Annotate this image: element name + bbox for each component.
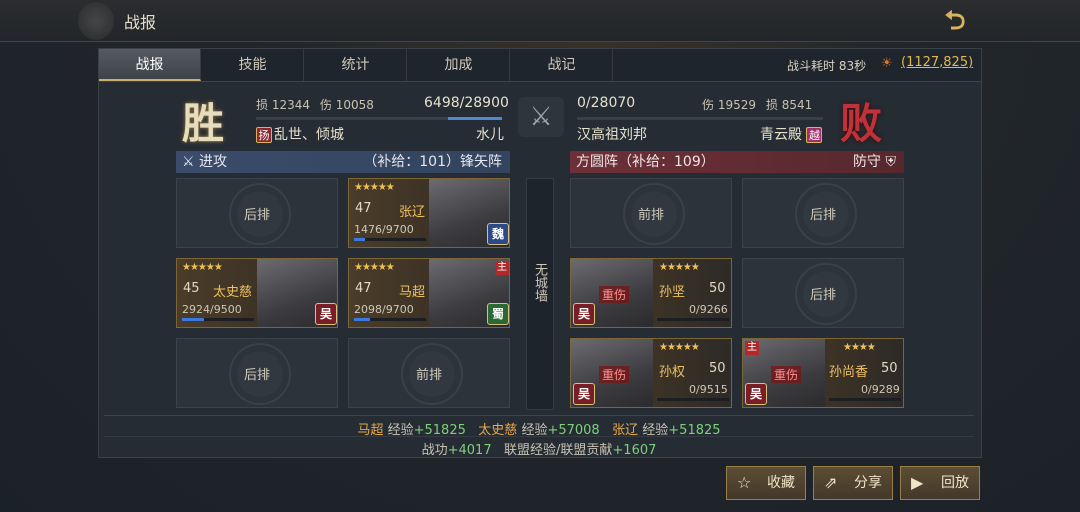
defender-stats: 伤 19529 损 8541 xyxy=(702,98,813,112)
empty-slot: 后排 xyxy=(176,178,338,248)
hero-card-sunquan[interactable]: 重伤 ★★★★★ 孙权 50 0/9515 吴 xyxy=(570,338,732,408)
hero-card-machao[interactable]: 主 ★★★★★ 47 马超 2098/9700 蜀 xyxy=(348,258,510,328)
defender-city: 青云殿 越 xyxy=(760,124,824,144)
replay-button[interactable]: ▶ 回放 xyxy=(900,466,980,500)
faction-badge: 吴 xyxy=(573,383,595,405)
share-icon: ⇗ xyxy=(824,473,838,492)
defeat-label: 败 xyxy=(840,99,883,148)
attacker-stats: 损 12344 伤 10058 xyxy=(256,98,374,112)
battle-coordinates[interactable]: (1127,825) xyxy=(901,55,973,70)
share-button[interactable]: ⇗ 分享 xyxy=(813,466,893,500)
wounded-tag: 重伤 xyxy=(599,286,630,303)
defense-header: 方圆阵（补给：109） 防守 ⛨ xyxy=(570,151,904,173)
hero-card-zhangliao[interactable]: ★★★★★ 47 张辽 1476/9700 魏 xyxy=(348,178,510,248)
main-tag: 主 xyxy=(745,341,759,355)
collect-button[interactable]: ☆ 收藏 xyxy=(726,466,806,500)
attacker-player: 水儿 xyxy=(476,127,504,143)
no-wall-label: 无城墙 xyxy=(532,263,547,302)
faction-badge: 吴 xyxy=(573,303,595,325)
page-title: 战报 xyxy=(124,13,157,32)
attacker-troops: 6498/28900 xyxy=(424,95,509,111)
faction-badge: 吴 xyxy=(315,303,337,325)
no-wall-column: 无城墙 xyxy=(526,178,554,410)
shield-icon: ⛨ xyxy=(885,154,897,170)
tab-bonus[interactable]: 加成 xyxy=(408,49,510,81)
faction-badge: 吴 xyxy=(745,383,767,405)
main-tag: 主 xyxy=(495,261,509,275)
sword-icon: ⚔ xyxy=(182,154,195,170)
attacker-alliance: 扬乱世、倾城 xyxy=(256,124,344,144)
star-icon: ☆ xyxy=(737,473,752,492)
tab-stats[interactable]: 统计 xyxy=(305,49,407,81)
empty-slot: 后排 xyxy=(742,258,904,328)
battle-duration: 战斗耗时 83秒 xyxy=(787,59,867,73)
hero-card-taishici[interactable]: ★★★★★ 45 太史慈 2924/9500 吴 xyxy=(176,258,338,328)
attacker-troop-bar xyxy=(256,117,502,120)
play-icon: ▶ xyxy=(911,473,924,492)
back-icon[interactable]: ⮌ xyxy=(930,4,980,38)
defender-troops: 0/28070 xyxy=(577,95,636,111)
crossed-swords-icon: ⚔ xyxy=(518,97,564,137)
tab-bar: 战报 技能 统计 加成 战记 战斗耗时 83秒 ☀ (1127,825) xyxy=(99,49,981,82)
tab-chronicle[interactable]: 战记 xyxy=(511,49,613,81)
attack-header: ⚔ 进攻 （补给：101）锋矢阵 xyxy=(176,151,510,173)
wounded-tag: 重伤 xyxy=(599,366,630,383)
empty-slot: 后排 xyxy=(742,178,904,248)
faction-badge: 蜀 xyxy=(487,303,509,325)
top-bar: 战报 ⮌ xyxy=(0,0,1080,42)
defender-troop-bar xyxy=(577,117,823,120)
tab-report[interactable]: 战报 xyxy=(99,49,201,81)
empty-slot: 前排 xyxy=(348,338,510,408)
defender-player: 汉高祖刘邦 xyxy=(577,127,647,143)
wounded-tag: 重伤 xyxy=(771,366,802,383)
emblem-icon xyxy=(78,2,114,40)
divider xyxy=(104,415,974,416)
merit-line: 战功+4017 联盟经验/联盟贡献+1607 xyxy=(421,443,657,458)
tab-skills[interactable]: 技能 xyxy=(202,49,304,81)
sun-icon: ☀ xyxy=(881,56,893,71)
hero-card-sunjian[interactable]: 重伤 ★★★★★ 孙坚 50 0/9266 吴 xyxy=(570,258,732,328)
victory-label: 胜 xyxy=(182,99,225,148)
hero-card-sunshangxiang[interactable]: 主 重伤 ★★★★ 孙尚香 50 0/9289 吴 xyxy=(742,338,904,408)
empty-slot: 前排 xyxy=(570,178,732,248)
faction-badge: 魏 xyxy=(487,223,509,245)
empty-slot: 后排 xyxy=(176,338,338,408)
divider xyxy=(104,436,974,437)
